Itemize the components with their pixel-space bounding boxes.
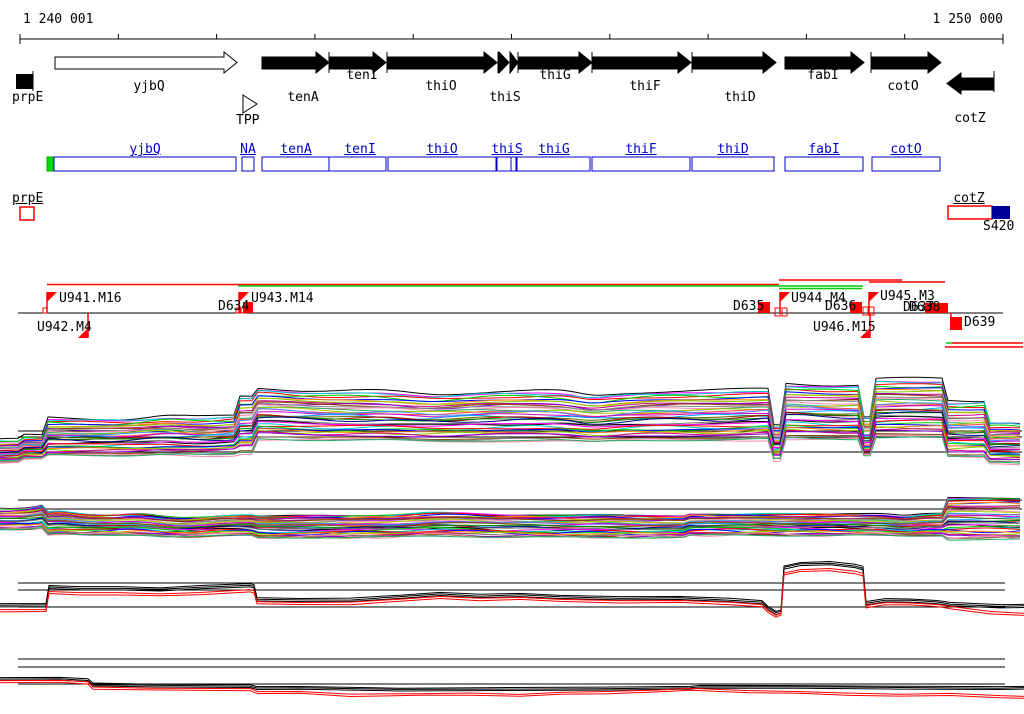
orf-cap-S420 bbox=[992, 206, 1010, 219]
gene-link-rect-tenI[interactable] bbox=[328, 156, 387, 172]
gene-arrow-thiS[interactable] bbox=[498, 50, 510, 75]
gene-arrow-thiG[interactable] bbox=[518, 50, 593, 75]
expression-summary-line bbox=[0, 567, 1024, 616]
probe-box[interactable] bbox=[850, 302, 862, 313]
feature-triangle-TPP[interactable] bbox=[242, 94, 258, 114]
gene-arrow-fabI[interactable] bbox=[784, 50, 865, 75]
probe-box[interactable] bbox=[950, 317, 962, 330]
gene-arrow-yjbQ[interactable] bbox=[54, 50, 238, 75]
gene-arrow-cotZ[interactable] bbox=[946, 72, 995, 95]
gene-link-rect-yjbQ[interactable] bbox=[53, 156, 237, 172]
gene-link-rect-thiG[interactable] bbox=[516, 156, 591, 172]
gene-box-prpE[interactable] bbox=[16, 74, 33, 89]
gene-link-rect-thiO[interactable] bbox=[387, 156, 497, 172]
probe-up-flag-U943.M14[interactable] bbox=[239, 292, 249, 302]
gene-arrow-tenA[interactable] bbox=[261, 50, 330, 75]
probe-up-flag-U944.M4[interactable] bbox=[780, 292, 790, 302]
gene-link-rect-thiF[interactable] bbox=[591, 156, 691, 172]
gene-link-rect-thiD[interactable] bbox=[691, 156, 775, 172]
gene-arrow-tenI[interactable] bbox=[329, 50, 387, 75]
expression-cap-green bbox=[46, 156, 55, 172]
gene-arrow-thiO[interactable] bbox=[387, 50, 498, 75]
probe-up-flag-U945.M3[interactable] bbox=[869, 292, 879, 302]
gene-arrow-small[interactable] bbox=[509, 50, 519, 75]
gene-link-rect-tenA[interactable] bbox=[261, 156, 330, 172]
gene-link-rect-thiS[interactable] bbox=[496, 156, 517, 172]
gene-arrow-thiF[interactable] bbox=[592, 50, 692, 75]
orf-rect-prpE[interactable] bbox=[19, 206, 35, 221]
probe-base-tick bbox=[862, 306, 869, 316]
gene-link-rect-NA[interactable] bbox=[241, 156, 255, 172]
probe-down-flag-U946.M15[interactable] bbox=[860, 328, 870, 338]
gene-arrow-cotO[interactable] bbox=[871, 50, 942, 75]
gene-link-rect-cotO[interactable] bbox=[871, 156, 941, 172]
genome-browser-view: 1 240 001 1 250 000 prpE yjbQ TPP tenA tenI t… bbox=[0, 0, 1024, 714]
probe-box[interactable] bbox=[758, 302, 770, 313]
probe-box[interactable] bbox=[925, 303, 948, 313]
gene-link-rect-fabI[interactable] bbox=[784, 156, 864, 172]
expression-line bbox=[0, 397, 1021, 448]
probe-down-flag-U942.M4[interactable] bbox=[78, 328, 88, 338]
genome-scene-canvas bbox=[0, 34, 1024, 699]
gene-arrow-thiD[interactable] bbox=[692, 50, 777, 75]
probe-base-tick bbox=[781, 307, 788, 317]
probe-up-flag-U941.M16[interactable] bbox=[47, 292, 57, 302]
orf-rect-cotZ[interactable] bbox=[947, 205, 993, 220]
